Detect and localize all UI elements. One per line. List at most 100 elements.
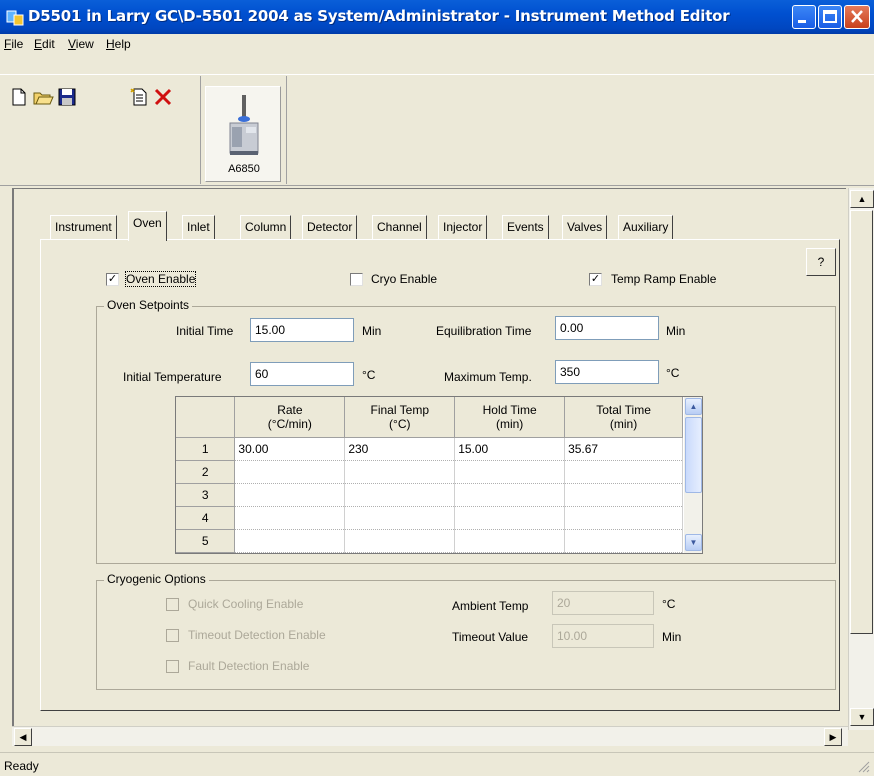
delete-button[interactable] [152,86,174,108]
row-number[interactable]: 4 [176,506,236,530]
grid-scroll-up-button[interactable]: ▲ [685,398,702,415]
tab-inlet[interactable]: Inlet [182,215,215,239]
initial-time-unit: Min [362,324,382,338]
total-time-cell[interactable]: 35.67 [564,437,683,461]
hold-time-cell[interactable] [454,460,566,484]
column-header-total-time[interactable]: Total Time (min) [564,397,683,438]
row-header-corner [176,397,236,438]
initial-temperature-input[interactable] [250,362,354,386]
tab-oven[interactable]: Oven [128,211,167,241]
device-a6850-tile[interactable]: A6850 [205,86,281,182]
column-header-final-temp[interactable]: Final Temp (°C) [344,397,456,438]
row-number[interactable]: 5 [176,529,236,553]
scroll-right-button[interactable]: ▶ [824,728,842,746]
hold-time-cell[interactable]: 15.00 [454,437,566,461]
title-bar: D5501 in Larry GC\D-5501 2004 as System/… [0,0,874,34]
device-label: A6850 [228,163,260,175]
minimize-button[interactable] [792,5,816,29]
tab-instrument[interactable]: Instrument [50,215,117,239]
column-header-hold-time[interactable]: Hold Time (min) [454,397,566,438]
tab-column[interactable]: Column [240,215,292,239]
total-time-cell[interactable] [564,460,683,484]
final-temp-cell[interactable] [344,529,456,553]
total-time-cell[interactable] [564,529,683,553]
cryogenic-options-title: Cryogenic Options [104,572,209,586]
main-vertical-scrollbar[interactable]: ▲ ▼ [848,188,874,730]
open-folder-icon [33,92,54,105]
table-row: 3 [176,483,683,507]
main-horizontal-scrollbar[interactable]: ◀ ▶ [12,726,848,746]
menu-help[interactable]: Help [106,37,131,51]
tab-injector[interactable]: Injector [438,215,488,239]
hold-time-cell[interactable] [454,529,566,553]
total-time-cell[interactable] [564,506,683,530]
tab-auxiliary[interactable]: Auxiliary [618,215,674,239]
arrow-up-icon: ▲ [857,194,867,204]
scroll-left-button[interactable]: ◀ [14,728,32,746]
ambient-temp-input[interactable] [552,591,654,615]
tab-channel[interactable]: Channel [372,215,427,239]
final-temp-cell[interactable] [344,483,456,507]
rate-cell[interactable] [234,506,346,530]
chevron-up-icon: ▲ [689,402,698,411]
grid-vertical-scrollbar[interactable]: ▲ ▼ [684,397,702,553]
arrow-right-icon: ▶ [829,731,837,742]
total-time-cell[interactable] [564,483,683,507]
final-temp-cell[interactable]: 230 [344,437,456,461]
new-file-button[interactable] [8,86,30,108]
temperature-ramp-grid[interactable]: Rate (°C/min) Final Temp (°C) Hold Time (mi… [175,396,703,554]
oven-enable-checkbox[interactable]: ✓ [106,273,119,286]
tab-events[interactable]: Events [502,215,549,239]
properties-button[interactable] [128,86,150,108]
table-row: 5 [176,529,683,553]
temp-ramp-enable-checkbox[interactable]: ✓ [589,273,602,286]
scroll-thumb[interactable] [850,210,873,634]
timeout-value-input[interactable] [552,624,654,648]
initial-time-input[interactable] [250,318,354,342]
scroll-down-button[interactable]: ▼ [850,708,874,726]
cryo-enable-checkbox[interactable] [350,273,363,286]
close-icon [851,10,863,23]
timeout-detection-label: Timeout Detection Enable [188,628,326,642]
timeout-value-unit: Min [662,630,682,644]
quick-cooling-checkbox[interactable] [166,598,179,611]
resize-grip-icon[interactable] [856,759,870,773]
arrow-left-icon: ◀ [19,731,27,742]
app-icon [6,8,24,26]
timeout-detection-checkbox[interactable] [166,629,179,642]
save-button[interactable] [56,86,78,108]
close-button[interactable] [844,5,870,29]
rate-cell[interactable] [234,529,346,553]
maximum-temp-input[interactable] [555,360,659,384]
rate-cell[interactable] [234,460,346,484]
fault-detection-checkbox[interactable] [166,660,179,673]
column-header-rate[interactable]: Rate (°C/min) [234,397,346,438]
grid-scroll-thumb[interactable] [685,417,702,493]
status-bar: Ready [0,752,874,776]
menu-edit[interactable]: Edit [34,37,55,51]
row-number[interactable]: 3 [176,483,236,507]
hold-time-cell[interactable] [454,506,566,530]
final-temp-cell[interactable] [344,506,456,530]
status-text: Ready [4,759,39,773]
rate-cell[interactable]: 30.00 [234,437,346,461]
toolbar [0,54,874,186]
final-temp-cell[interactable] [344,460,456,484]
help-button[interactable]: ? [806,248,836,276]
rate-cell[interactable] [234,483,346,507]
document-properties-icon [130,88,147,106]
tab-detector[interactable]: Detector [302,215,358,239]
open-folder-button[interactable] [32,86,54,108]
row-number[interactable]: 2 [176,460,236,484]
scroll-up-button[interactable]: ▲ [850,190,874,208]
row-number[interactable]: 1 [176,437,236,461]
equilibration-time-input[interactable] [555,316,659,340]
chevron-down-icon: ▼ [689,538,698,547]
grid-scroll-down-button[interactable]: ▼ [685,534,702,551]
tab-valves[interactable]: Valves [562,215,608,239]
initial-temperature-unit: °C [362,368,376,382]
hold-time-cell[interactable] [454,483,566,507]
menu-view[interactable]: View [68,37,94,51]
maximize-button[interactable] [818,5,842,29]
menu-file[interactable]: File [4,37,23,51]
